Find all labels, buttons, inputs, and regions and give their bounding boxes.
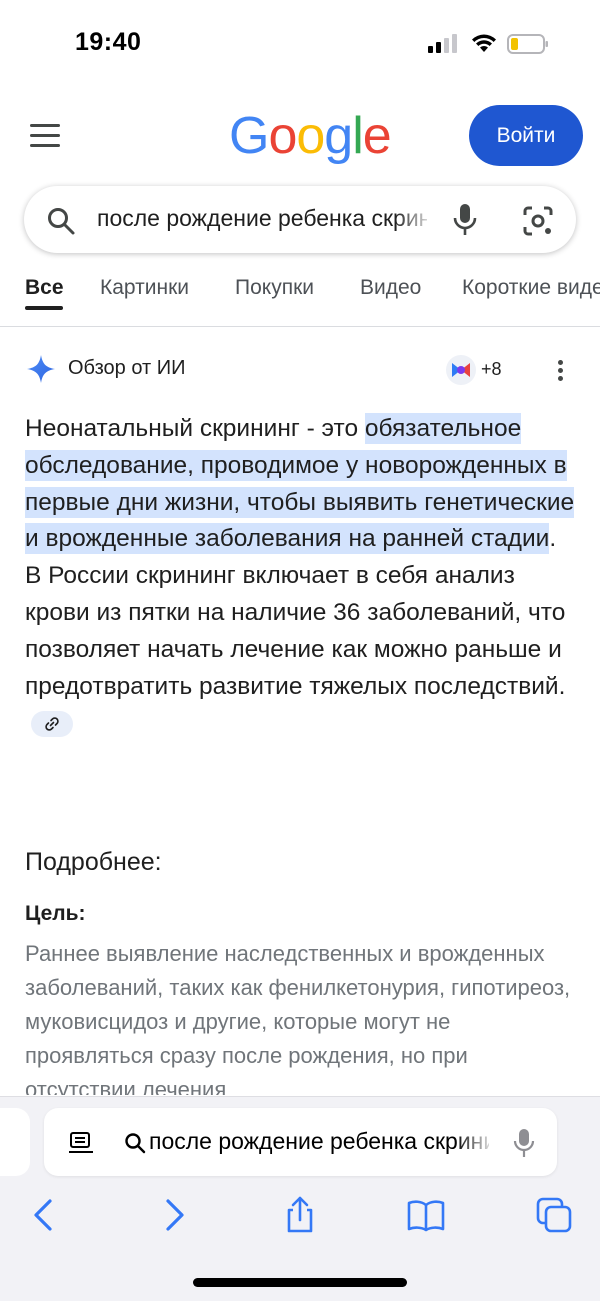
- link-icon: [45, 717, 59, 731]
- search-tab[interactable]: Картинки: [100, 276, 189, 300]
- ai-sparkle-icon: [27, 355, 55, 383]
- answer-intro: Неонатальный скрининг - это: [25, 415, 365, 442]
- ai-answer-text: Неонатальный скрининг - это обязательное…: [25, 411, 575, 742]
- logo-letter: o: [268, 107, 297, 165]
- search-icon: [125, 1133, 146, 1154]
- forward-icon[interactable]: [154, 1195, 194, 1235]
- search-tab[interactable]: Видео: [360, 276, 421, 300]
- search-tab[interactable]: Покупки: [235, 276, 314, 300]
- battery-icon: [507, 34, 548, 54]
- sources-count[interactable]: +8: [481, 359, 502, 380]
- reader-icon[interactable]: [68, 1130, 94, 1156]
- cellular-signal-icon: [428, 34, 457, 53]
- sign-in-button[interactable]: Войти: [469, 105, 583, 166]
- tabs-icon[interactable]: [534, 1195, 574, 1235]
- logo-letter: G: [229, 107, 269, 165]
- address-text[interactable]: после рождение ребенка скрининг: [149, 1128, 489, 1155]
- voice-search-icon[interactable]: [452, 203, 478, 237]
- hamburger-menu-icon[interactable]: [30, 124, 62, 148]
- home-indicator: [193, 1278, 407, 1287]
- search-text-fade: [395, 200, 435, 240]
- logo-letter: e: [362, 107, 392, 165]
- tabs-divider: [0, 326, 600, 327]
- more-options-icon[interactable]: [557, 360, 565, 384]
- previous-tab-peek[interactable]: [0, 1108, 30, 1176]
- logo-letter: o: [296, 107, 325, 165]
- mic-icon[interactable]: [513, 1127, 535, 1159]
- goal-label: Цель:: [25, 902, 86, 925]
- goal-text: Раннее выявление наследственных и врожде…: [25, 941, 571, 1095]
- ai-overview-title: Обзор от ИИ: [68, 357, 186, 379]
- wifi-icon: [472, 34, 496, 52]
- search-input[interactable]: после рождение ребенка скрининг: [97, 205, 427, 235]
- logo-letter: l: [352, 107, 364, 165]
- logo-letter: g: [324, 107, 353, 165]
- back-icon[interactable]: [24, 1195, 64, 1235]
- status-time: 19:40: [75, 28, 142, 56]
- search-icon[interactable]: [46, 206, 76, 236]
- google-lens-icon[interactable]: [522, 205, 554, 237]
- google-logo[interactable]: Google: [229, 106, 392, 166]
- share-icon[interactable]: [280, 1195, 320, 1235]
- search-tab[interactable]: Короткие видео: [462, 276, 600, 300]
- bookmarks-icon[interactable]: [406, 1195, 446, 1235]
- search-tab[interactable]: Все: [25, 276, 64, 300]
- address-text-fade: [455, 1124, 495, 1160]
- source-link-chip[interactable]: [31, 710, 73, 737]
- more-heading: Подробнее:: [25, 848, 162, 876]
- active-tab-indicator: [25, 306, 63, 310]
- sources-favicons-icon[interactable]: [445, 354, 477, 386]
